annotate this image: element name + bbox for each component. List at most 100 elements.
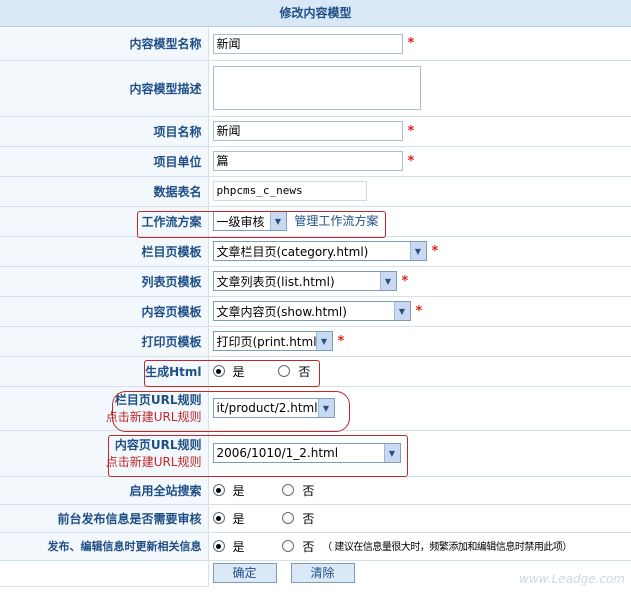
- chevron-down-icon: ▼: [317, 399, 334, 417]
- generate-html-no-radio[interactable]: 否: [278, 363, 310, 380]
- print-template-select[interactable]: 打印页(print.html) ▼: [212, 331, 333, 351]
- radio-checked-icon: [212, 512, 225, 524]
- site-search-no-radio[interactable]: 否: [282, 482, 314, 499]
- radio-label: 是: [232, 364, 245, 379]
- radio-label: 是: [232, 511, 245, 526]
- chevron-down-icon: ▼: [315, 332, 332, 350]
- required-mark: *: [431, 243, 439, 259]
- buttons-spacer: [0, 560, 209, 587]
- row-front-audit: 前台发布信息是否需要审核 是 否: [0, 504, 631, 533]
- radio-unchecked-icon: [278, 365, 291, 377]
- workflow-label: 工作流方案: [0, 206, 209, 237]
- required-mark: *: [401, 273, 409, 289]
- content-template-select[interactable]: 文章内容页(show.html) ▼: [212, 301, 411, 321]
- new-url-rule-link[interactable]: 点击新建URL规则: [0, 453, 202, 470]
- radio-checked-icon: [212, 540, 225, 552]
- list-template-select[interactable]: 文章列表页(list.html) ▼: [212, 271, 397, 291]
- content-url-rule-title: 内容页URL规则: [114, 438, 202, 452]
- workflow-select-value: 一级审核: [216, 214, 265, 229]
- workflow-select[interactable]: 一级审核 ▼: [212, 211, 287, 231]
- update-related-note: （ 建议在信息量很大时，频繁添加和编辑信息时禁用此项）: [322, 541, 572, 553]
- front-audit-label: 前台发布信息是否需要审核: [0, 504, 209, 533]
- manage-workflow-link[interactable]: 管理工作流方案: [294, 214, 378, 228]
- row-model-name: 内容模型名称 新闻 *: [0, 28, 631, 61]
- category-url-rule-value: it/product/2.html: [216, 401, 318, 415]
- model-desc-textarea[interactable]: [212, 66, 421, 110]
- required-mark: *: [407, 153, 415, 169]
- model-form: 内容模型名称 新闻 * 内容模型描述 项目名称 新闻 * 项目单位 篇 * 数据表名 …: [0, 28, 631, 587]
- watermark: www.Leadge.com: [519, 572, 625, 586]
- required-mark: *: [337, 333, 345, 349]
- confirm-button[interactable]: 确定: [212, 563, 277, 584]
- row-item-unit: 项目单位 篇 *: [0, 146, 631, 177]
- item-name-label: 项目名称: [0, 116, 209, 147]
- row-item-name: 项目名称 新闻 *: [0, 116, 631, 147]
- category-template-label: 栏目页模板: [0, 236, 209, 267]
- content-template-label: 内容页模板: [0, 296, 209, 327]
- page-title: 修改内容模型: [0, 0, 631, 27]
- list-template-label: 列表页模板: [0, 266, 209, 297]
- generate-html-yes-radio[interactable]: 是: [212, 363, 245, 380]
- category-template-select[interactable]: 文章栏目页(category.html) ▼: [212, 241, 427, 261]
- radio-label: 是: [232, 539, 245, 554]
- new-url-rule-link[interactable]: 点击新建URL规则: [0, 408, 202, 425]
- row-update-related: 发布、编辑信息时更新相关信息 是 否 （ 建议在信息量很大时，频繁添加和编辑信息…: [0, 532, 631, 561]
- chevron-down-icon: ▼: [269, 212, 286, 230]
- row-generate-html: 生成Html 是 否: [0, 356, 631, 387]
- content-url-rule-label: 内容页URL规则 点击新建URL规则: [0, 430, 209, 477]
- row-content-template: 内容页模板 文章内容页(show.html) ▼ *: [0, 296, 631, 327]
- row-category-template: 栏目页模板 文章栏目页(category.html) ▼ *: [0, 236, 631, 267]
- row-model-desc: 内容模型描述: [0, 60, 631, 117]
- reset-button[interactable]: 清除: [290, 563, 355, 584]
- model-name-label: 内容模型名称: [0, 28, 209, 61]
- chevron-down-icon: ▼: [379, 272, 396, 290]
- row-workflow: 工作流方案 一级审核 ▼ 管理工作流方案: [0, 206, 631, 237]
- item-unit-label: 项目单位: [0, 146, 209, 177]
- item-name-input[interactable]: 新闻: [212, 121, 403, 141]
- row-list-template: 列表页模板 文章列表页(list.html) ▼ *: [0, 266, 631, 297]
- front-audit-yes-radio[interactable]: 是: [212, 510, 245, 527]
- row-table-name: 数据表名 phpcms_c_news: [0, 176, 631, 207]
- update-related-no-radio[interactable]: 否: [282, 538, 314, 555]
- radio-label: 否: [298, 364, 311, 379]
- chevron-down-icon: ▼: [409, 242, 426, 260]
- radio-label: 是: [232, 483, 245, 498]
- print-template-label: 打印页模板: [0, 326, 209, 357]
- category-template-value: 文章栏目页(category.html): [216, 244, 369, 259]
- content-template-value: 文章内容页(show.html): [216, 304, 347, 319]
- required-mark: *: [415, 303, 423, 319]
- content-url-rule-value: 2006/1010/1_2.html: [216, 446, 339, 460]
- radio-label: 否: [302, 511, 315, 526]
- table-name-field: phpcms_c_news: [212, 181, 367, 201]
- generate-html-label: 生成Html: [0, 356, 209, 387]
- model-desc-label: 内容模型描述: [0, 60, 209, 117]
- category-url-rule-select[interactable]: it/product/2.html ▼: [212, 398, 335, 418]
- site-search-yes-radio[interactable]: 是: [212, 482, 245, 499]
- update-related-label: 发布、编辑信息时更新相关信息: [0, 532, 209, 561]
- row-category-url-rule: 栏目页URL规则 点击新建URL规则 it/product/2.html ▼: [0, 386, 631, 431]
- row-site-search: 启用全站搜索 是 否: [0, 476, 631, 505]
- radio-label: 否: [302, 483, 315, 498]
- list-template-value: 文章列表页(list.html): [216, 274, 335, 289]
- required-mark: *: [407, 123, 415, 139]
- content-url-rule-select[interactable]: 2006/1010/1_2.html ▼: [212, 443, 401, 463]
- row-content-url-rule: 内容页URL规则 点击新建URL规则 2006/1010/1_2.html ▼: [0, 430, 631, 477]
- update-related-yes-radio[interactable]: 是: [212, 538, 245, 555]
- required-mark: *: [407, 36, 415, 52]
- radio-unchecked-icon: [282, 512, 295, 524]
- table-name-label: 数据表名: [0, 176, 209, 207]
- row-print-template: 打印页模板 打印页(print.html) ▼ *: [0, 326, 631, 357]
- front-audit-no-radio[interactable]: 否: [282, 510, 314, 527]
- category-url-rule-title: 栏目页URL规则: [114, 393, 202, 407]
- radio-checked-icon: [212, 484, 225, 496]
- radio-label: 否: [302, 539, 315, 554]
- item-unit-input[interactable]: 篇: [212, 151, 403, 171]
- chevron-down-icon: ▼: [383, 444, 400, 462]
- model-name-input[interactable]: 新闻: [212, 33, 403, 54]
- site-search-label: 启用全站搜索: [0, 476, 209, 505]
- radio-checked-icon: [212, 365, 225, 377]
- chevron-down-icon: ▼: [393, 302, 410, 320]
- category-url-rule-label: 栏目页URL规则 点击新建URL规则: [0, 386, 209, 431]
- radio-unchecked-icon: [282, 540, 295, 552]
- radio-unchecked-icon: [282, 484, 295, 496]
